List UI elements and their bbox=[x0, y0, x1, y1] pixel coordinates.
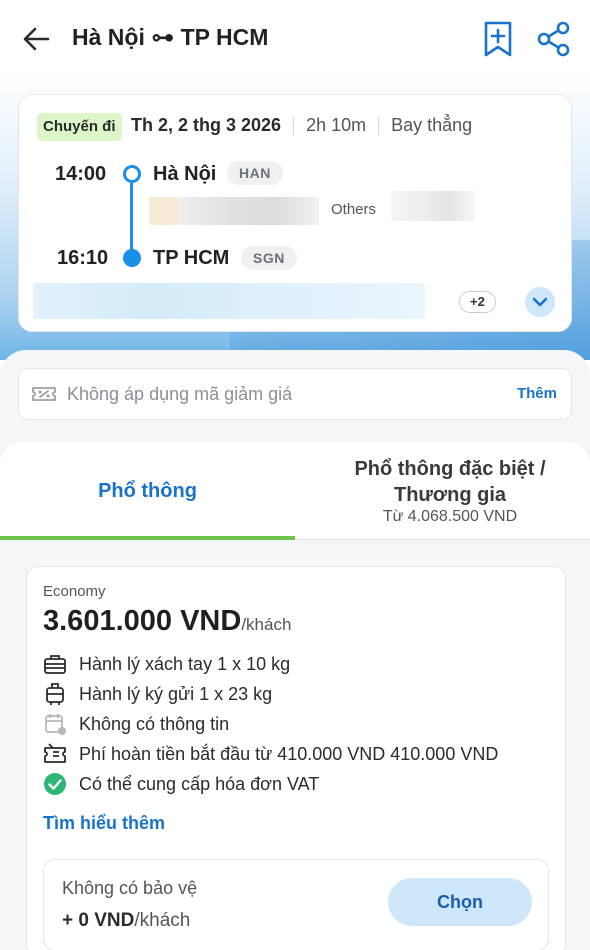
bookmark-button[interactable] bbox=[482, 20, 514, 58]
share-icon bbox=[537, 21, 570, 57]
top-bar: Hà Nội ⊶ TP HCM bbox=[0, 0, 590, 78]
learn-more-link[interactable]: Tìm hiểu thêm bbox=[43, 813, 165, 834]
feature-text: Hành lý ký gửi 1 x 23 kg bbox=[79, 683, 273, 704]
fare-card-economy: Economy 3.601.000 VND/khách Hành lý xách… bbox=[26, 566, 566, 950]
feature-text: Có thể cung cấp hóa đơn VAT bbox=[79, 773, 320, 794]
protection-name: Không có bảo vệ bbox=[62, 878, 198, 898]
feature-text: Không có thông tin bbox=[79, 713, 230, 734]
departure-city: Hà Nội bbox=[153, 163, 217, 185]
departure-dot bbox=[123, 165, 141, 183]
tab-economy[interactable]: Phổ thông bbox=[0, 442, 295, 540]
departure-code: HAN bbox=[227, 161, 283, 185]
feature-carry-on: Hành lý xách tay 1 x 10 kg bbox=[43, 651, 290, 677]
fare-price-value: 3.601.000 VND bbox=[43, 605, 242, 637]
calendar-icon bbox=[45, 714, 66, 735]
arrival-dot bbox=[123, 249, 141, 267]
arrival-code: SGN bbox=[241, 246, 297, 270]
page-title: Hà Nội ⊶ TP HCM bbox=[72, 24, 269, 50]
airline-logo-blurred bbox=[149, 197, 179, 225]
protection-price: + 0 VND/khách bbox=[62, 910, 190, 932]
tab-premium-price: Từ 4.068.500 VND bbox=[382, 508, 518, 525]
checked-luggage-icon bbox=[46, 683, 64, 705]
amenities-blurred bbox=[33, 283, 425, 319]
airline-name-blurred bbox=[179, 197, 319, 225]
trip-date: Th 2, 2 thg 3 2026 bbox=[131, 115, 282, 135]
protection-price-unit: /khách bbox=[134, 910, 191, 931]
refund-ticket-icon bbox=[44, 743, 66, 763]
share-button[interactable] bbox=[536, 21, 572, 57]
more-amenities-badge: +2 bbox=[459, 291, 496, 313]
add-promo-link[interactable]: Thêm bbox=[517, 385, 557, 402]
cabin-tabs: Phổ thông Phổ thông đặc biệt / Thương gi… bbox=[0, 442, 590, 540]
feature-refund: Phí hoàn tiền bắt đầu từ 410.000 VND 410… bbox=[43, 741, 498, 767]
flight-timeline bbox=[130, 183, 133, 251]
arrow-left-icon bbox=[23, 27, 50, 51]
departure-time: 14:00 bbox=[55, 163, 107, 185]
tab-economy-label: Phổ thông bbox=[98, 480, 197, 502]
arrival-city: TP HCM bbox=[153, 247, 230, 269]
others-label: Others bbox=[331, 201, 377, 218]
coupon-icon bbox=[32, 387, 56, 401]
promo-text: Không áp dụng mã giảm giá bbox=[67, 384, 293, 404]
trip-type: Bay thẳng bbox=[391, 115, 473, 135]
tab-premium-label: Phổ thông đặc biệt / Thương gia bbox=[354, 458, 546, 506]
fare-price: 3.601.000 VND/khách bbox=[43, 605, 291, 638]
promo-code-bar[interactable]: Không áp dụng mã giảm giá Thêm bbox=[18, 368, 572, 420]
protection-option: Không có bảo vệ + 0 VND/khách Chọn bbox=[43, 859, 549, 950]
expand-button[interactable] bbox=[525, 287, 555, 317]
fare-price-unit: /khách bbox=[241, 615, 292, 634]
divider bbox=[378, 116, 380, 135]
protection-price-value: + 0 VND bbox=[62, 910, 135, 931]
chevron-down-icon bbox=[532, 297, 548, 307]
tab-premium-business[interactable]: Phổ thông đặc biệt / Thương gia Từ 4.068… bbox=[295, 442, 590, 540]
aircraft-blurred bbox=[391, 191, 475, 221]
feature-reschedule: Không có thông tin bbox=[43, 711, 229, 737]
choose-button[interactable]: Chọn bbox=[388, 878, 532, 926]
trip-duration: 2h 10m bbox=[306, 115, 367, 135]
trip-type-chip: Chuyến đi bbox=[37, 113, 122, 141]
feature-vat: Có thể cung cấp hóa đơn VAT bbox=[43, 771, 319, 797]
check-circle-icon bbox=[44, 773, 66, 795]
feature-text: Hành lý xách tay 1 x 10 kg bbox=[79, 653, 291, 674]
arrival-time: 16:10 bbox=[57, 247, 109, 269]
bookmark-add-icon bbox=[484, 21, 512, 57]
flight-summary-card: Chuyến đi Th 2, 2 thg 3 2026 2h 10m Bay … bbox=[18, 94, 572, 332]
back-button[interactable] bbox=[20, 24, 52, 54]
divider bbox=[293, 116, 295, 135]
feature-text: Phí hoàn tiền bắt đầu từ 410.000 VND 410… bbox=[79, 743, 499, 764]
carry-on-bag-icon bbox=[44, 655, 66, 674]
trip-info: Th 2, 2 thg 3 2026 2h 10m Bay thẳng bbox=[131, 115, 472, 136]
feature-checked-bag: Hành lý ký gửi 1 x 23 kg bbox=[43, 681, 272, 707]
fare-class: Economy bbox=[43, 583, 106, 600]
